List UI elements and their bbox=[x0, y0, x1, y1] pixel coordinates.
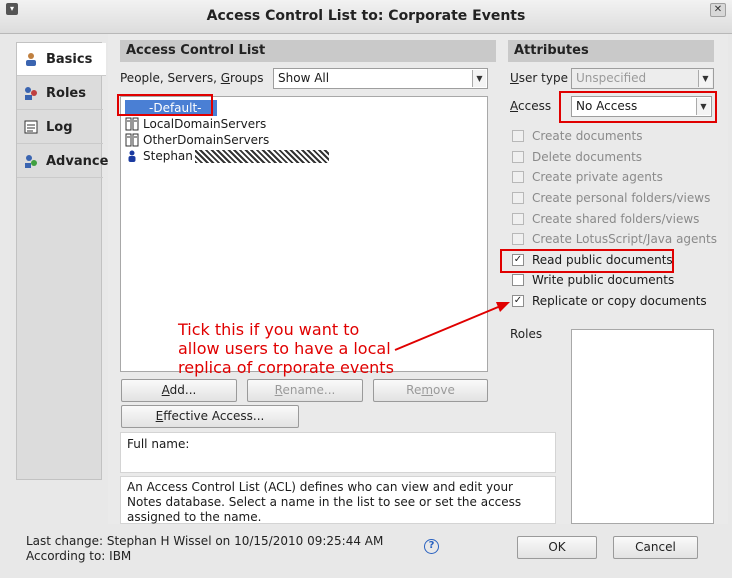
list-item[interactable]: OtherDomainServers bbox=[125, 132, 269, 148]
checkbox-label: Create shared folders/views bbox=[532, 212, 700, 226]
checkbox-label: Create documents bbox=[532, 129, 643, 143]
roles-icon bbox=[23, 85, 39, 101]
acl-header: Access Control List bbox=[120, 40, 496, 62]
checkbox-create-personal-folders[interactable]: Create personal folders/views bbox=[512, 191, 710, 205]
tab-label: Roles bbox=[46, 85, 86, 101]
filter-value: Show All bbox=[278, 71, 330, 85]
user-type-label: User type bbox=[510, 71, 568, 85]
annotation-text: Tick this if you want to allow users to … bbox=[178, 320, 394, 377]
chevron-down-icon[interactable]: ▼ bbox=[698, 70, 712, 87]
cancel-button[interactable]: Cancel bbox=[613, 536, 698, 559]
checkbox-box[interactable] bbox=[512, 151, 524, 163]
checkbox-label: Create personal folders/views bbox=[532, 191, 711, 205]
last-change-text: Last change: Stephan H Wissel on 10/15/2… bbox=[26, 534, 384, 548]
annotation-line: replica of corporate events bbox=[178, 358, 394, 377]
tab-log[interactable]: Log bbox=[17, 111, 103, 144]
tab-advanced[interactable]: Advanced bbox=[17, 145, 118, 178]
list-item[interactable]: Stephan bbox=[125, 148, 329, 164]
chevron-down-icon[interactable]: ▼ bbox=[472, 70, 486, 87]
user-type-value: Unspecified bbox=[576, 71, 647, 85]
access-select[interactable]: No Access ▼ bbox=[571, 96, 712, 117]
checkbox-create-lotusscript-agents[interactable]: Create LotusScript/Java agents bbox=[512, 232, 717, 246]
checkbox-box[interactable] bbox=[512, 130, 524, 142]
checkbox-create-private-agents[interactable]: Create private agents bbox=[512, 170, 663, 184]
checkbox-box[interactable] bbox=[512, 274, 524, 286]
checkbox-box[interactable] bbox=[512, 213, 524, 225]
checkbox-delete-documents[interactable]: Delete documents bbox=[512, 150, 642, 164]
full-name-box: Full name: bbox=[120, 432, 556, 473]
checkbox-box[interactable] bbox=[512, 192, 524, 204]
roles-list[interactable] bbox=[571, 329, 714, 524]
checkbox-box[interactable] bbox=[512, 171, 524, 183]
person-icon bbox=[125, 149, 139, 163]
filter-label: People, Servers, Groups bbox=[120, 71, 264, 85]
checkbox-create-shared-folders[interactable]: Create shared folders/views bbox=[512, 212, 699, 226]
checkbox-label: Read public documents bbox=[532, 253, 673, 267]
list-item-label: Stephan bbox=[143, 149, 193, 163]
checkbox-label: Write public documents bbox=[532, 273, 675, 287]
close-icon[interactable]: ✕ bbox=[710, 3, 726, 17]
ok-button[interactable]: OK bbox=[517, 536, 597, 559]
title-bar: ▾ Access Control List to: Corporate Even… bbox=[0, 0, 732, 34]
effective-access-button[interactable]: Effective Access... bbox=[121, 405, 299, 428]
list-item[interactable]: LocalDomainServers bbox=[125, 116, 266, 132]
checkbox-replicate-documents[interactable]: ✓ Replicate or copy documents bbox=[512, 294, 707, 308]
tab-label: Advanced bbox=[46, 153, 118, 169]
checkmark-icon[interactable]: ✓ bbox=[512, 254, 524, 266]
chevron-down-icon[interactable]: ▼ bbox=[696, 98, 710, 115]
server-group-icon bbox=[125, 117, 139, 131]
tab-label: Basics bbox=[46, 51, 93, 67]
full-name-label: Full name: bbox=[127, 437, 190, 451]
checkbox-label: Delete documents bbox=[532, 150, 643, 164]
annotation-line: Tick this if you want to bbox=[178, 320, 360, 339]
list-item[interactable]: -Default- bbox=[125, 100, 217, 116]
checkmark-icon[interactable]: ✓ bbox=[512, 295, 524, 307]
tab-basics[interactable]: Basics bbox=[17, 43, 106, 76]
checkbox-label: Create LotusScript/Java agents bbox=[532, 232, 717, 246]
acl-description-text: An Access Control List (ACL) defines who… bbox=[127, 480, 522, 524]
tab-sidebar: Basics Roles Log Advanced bbox=[16, 42, 118, 480]
redacted-name-scribble bbox=[194, 149, 329, 163]
access-value: No Access bbox=[576, 99, 638, 113]
tab-roles[interactable]: Roles bbox=[17, 77, 103, 110]
tab-label: Log bbox=[46, 119, 73, 135]
filter-select[interactable]: Show All ▼ bbox=[273, 68, 488, 89]
remove-button[interactable]: Remove bbox=[373, 379, 488, 402]
checkbox-box[interactable] bbox=[512, 233, 524, 245]
list-item-label: LocalDomainServers bbox=[143, 117, 267, 131]
list-item-label: -Default- bbox=[149, 101, 202, 115]
help-icon[interactable]: ? bbox=[424, 539, 439, 554]
access-label: Access bbox=[510, 99, 552, 113]
according-to-text: According to: IBM bbox=[26, 549, 132, 563]
log-icon bbox=[23, 119, 39, 135]
window-title: Access Control List to: Corporate Events bbox=[206, 8, 526, 24]
advanced-icon bbox=[23, 153, 39, 169]
roles-label: Roles bbox=[510, 327, 543, 341]
annotation-line: allow users to have a local bbox=[178, 339, 391, 358]
checkbox-label: Create private agents bbox=[532, 170, 663, 184]
attributes-header: Attributes bbox=[508, 40, 714, 62]
checkbox-label: Replicate or copy documents bbox=[532, 294, 707, 308]
add-button[interactable]: Add... bbox=[121, 379, 237, 402]
user-icon bbox=[23, 51, 39, 67]
rename-button[interactable]: Rename... bbox=[247, 379, 363, 402]
checkbox-read-public-documents[interactable]: ✓ Read public documents bbox=[512, 253, 673, 267]
server-group-icon bbox=[125, 133, 139, 147]
checkbox-create-documents[interactable]: Create documents bbox=[512, 129, 642, 143]
acl-description: An Access Control List (ACL) defines who… bbox=[120, 476, 556, 524]
user-type-select[interactable]: Unspecified ▼ bbox=[571, 68, 714, 89]
list-item-label: OtherDomainServers bbox=[143, 133, 270, 147]
checkbox-write-public-documents[interactable]: Write public documents bbox=[512, 273, 674, 287]
